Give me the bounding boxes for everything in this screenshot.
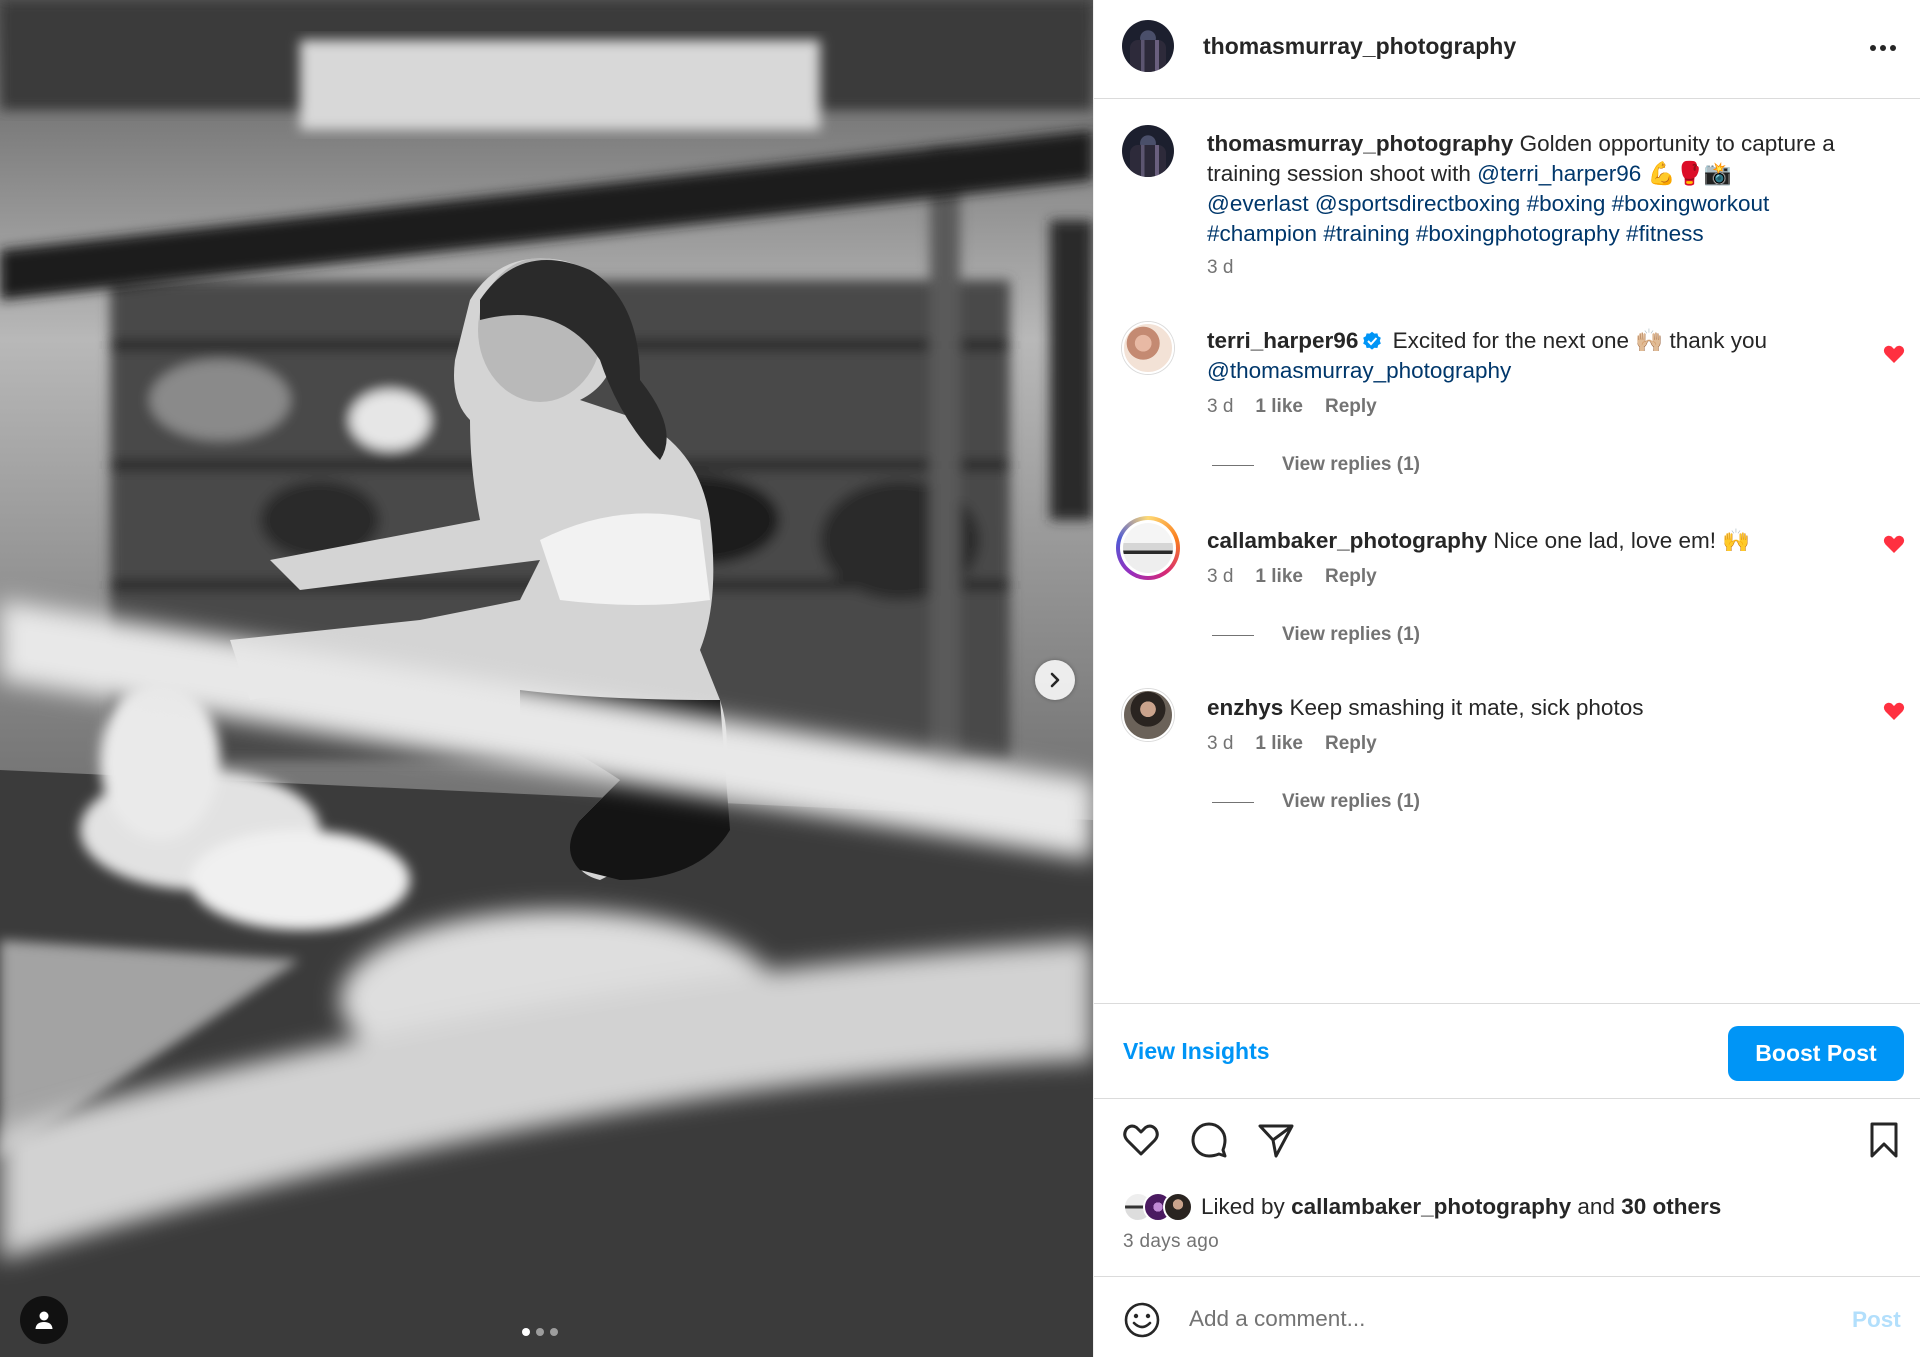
add-comment-bar: Post bbox=[1094, 1276, 1920, 1357]
comment-username[interactable]: callambaker_photography bbox=[1207, 528, 1487, 553]
caption-text: thomasmurray_photography Golden opportun… bbox=[1207, 129, 1867, 249]
liked-by: Liked by callambaker_photography and 30 … bbox=[1123, 1190, 1721, 1224]
liked-by-user[interactable]: callambaker_photography bbox=[1291, 1194, 1571, 1220]
commenter-avatar[interactable] bbox=[1122, 689, 1174, 741]
comment-username[interactable]: enzhys bbox=[1207, 695, 1283, 720]
comment-text: callambaker_photography Nice one lad, lo… bbox=[1207, 526, 1867, 556]
share-icon[interactable] bbox=[1256, 1120, 1296, 1160]
comment-likes[interactable]: 1 like bbox=[1255, 566, 1303, 588]
comment-body: Excited for the next one 🙌🏼 thank you bbox=[1386, 328, 1768, 353]
comment-text: terri_harper96 Excited for the next one … bbox=[1207, 326, 1867, 386]
comment-input[interactable] bbox=[1189, 1297, 1749, 1341]
divider-line bbox=[1212, 634, 1254, 636]
comment-like-heart-icon[interactable] bbox=[1883, 534, 1905, 554]
comment-time: 3 d bbox=[1207, 396, 1234, 417]
comment-meta: 3 d 1 like Reply bbox=[1207, 396, 1377, 418]
boost-post-button[interactable]: Boost Post bbox=[1728, 1026, 1904, 1081]
author-avatar[interactable] bbox=[1122, 20, 1174, 72]
reply-button[interactable]: Reply bbox=[1325, 396, 1377, 418]
carousel-dot bbox=[536, 1328, 544, 1336]
insights-bar: View Insights Boost Post bbox=[1094, 1003, 1920, 1099]
author-avatar[interactable] bbox=[1122, 125, 1174, 177]
liked-by-prefix: Liked by bbox=[1201, 1194, 1285, 1219]
comment-time: 3 d bbox=[1207, 566, 1234, 587]
more-icon[interactable] bbox=[1865, 34, 1901, 62]
author-username[interactable]: thomasmurray_photography bbox=[1203, 33, 1516, 60]
post-comment-button[interactable]: Post bbox=[1852, 1307, 1901, 1333]
comments-list[interactable]: thomasmurray_photography Golden opportun… bbox=[1094, 100, 1920, 1000]
heart-icon[interactable] bbox=[1121, 1120, 1161, 1160]
verified-icon bbox=[1363, 331, 1382, 350]
emoji-icon[interactable] bbox=[1123, 1301, 1161, 1339]
view-replies-button[interactable]: View replies (1) bbox=[1212, 454, 1420, 476]
caption-emojis: 💪🥊📸 bbox=[1641, 161, 1732, 186]
commenter-avatar bbox=[1123, 523, 1173, 573]
avatar bbox=[1163, 1192, 1193, 1222]
view-replies-button[interactable]: View replies (1) bbox=[1212, 624, 1420, 646]
comment-meta: 3 d 1 like Reply bbox=[1207, 566, 1377, 588]
comment-text: enzhys Keep smashing it mate, sick photo… bbox=[1207, 693, 1867, 723]
carousel-indicator bbox=[522, 1328, 558, 1336]
caption-meta: 3 d bbox=[1207, 257, 1233, 279]
view-replies-label: View replies (1) bbox=[1282, 454, 1420, 475]
view-insights-link[interactable]: View Insights bbox=[1123, 1038, 1270, 1065]
mention-link[interactable]: @everlast bbox=[1207, 191, 1309, 216]
liked-by-middle: and bbox=[1571, 1194, 1622, 1219]
post-details-panel: thomasmurray_photography thomasmurray_ph… bbox=[1093, 0, 1920, 1357]
post-photo[interactable] bbox=[0, 0, 1093, 1357]
post-actions: Liked by callambaker_photography and 30 … bbox=[1094, 1100, 1920, 1275]
post-header: thomasmurray_photography bbox=[1094, 0, 1920, 99]
carousel-dot bbox=[550, 1328, 558, 1336]
comment-meta: 3 d 1 like Reply bbox=[1207, 733, 1377, 755]
view-replies-button[interactable]: View replies (1) bbox=[1212, 791, 1420, 813]
reply-button[interactable]: Reply bbox=[1325, 566, 1377, 588]
view-replies-label: View replies (1) bbox=[1282, 791, 1420, 812]
caption-time: 3 d bbox=[1207, 257, 1234, 278]
mention-link[interactable]: @thomasmurray_photography bbox=[1207, 358, 1511, 383]
post-time-ago[interactable]: 3 days ago bbox=[1123, 1231, 1219, 1253]
comment-likes[interactable]: 1 like bbox=[1255, 733, 1303, 755]
bookmark-icon[interactable] bbox=[1864, 1120, 1904, 1160]
comment-icon[interactable] bbox=[1189, 1120, 1229, 1160]
carousel-dot bbox=[522, 1328, 530, 1336]
comment-like-heart-icon[interactable] bbox=[1883, 701, 1905, 721]
reply-button[interactable]: Reply bbox=[1325, 733, 1377, 755]
comment-username[interactable]: terri_harper96 bbox=[1207, 328, 1358, 353]
hashtag-links[interactable]: #champion #training #boxingphotography #… bbox=[1207, 221, 1704, 246]
comment-like-heart-icon[interactable] bbox=[1883, 344, 1905, 364]
user-tag-icon bbox=[35, 1311, 53, 1329]
liker-avatars[interactable] bbox=[1123, 1192, 1193, 1222]
liked-by-others[interactable]: 30 others bbox=[1621, 1194, 1721, 1220]
comment-likes[interactable]: 1 like bbox=[1255, 396, 1303, 418]
mention-link[interactable]: @terri_harper96 bbox=[1477, 161, 1641, 186]
hashtag-links[interactable]: #boxing #boxingworkout bbox=[1527, 191, 1770, 216]
comment-body: Nice one lad, love em! 🙌 bbox=[1487, 528, 1751, 553]
commenter-avatar[interactable] bbox=[1122, 322, 1174, 374]
chevron-right-icon bbox=[1050, 672, 1060, 688]
tagged-users-button[interactable] bbox=[20, 1296, 68, 1344]
view-replies-label: View replies (1) bbox=[1282, 624, 1420, 645]
carousel-next-button[interactable] bbox=[1035, 660, 1075, 700]
mention-link[interactable]: @sportsdirectboxing bbox=[1315, 191, 1520, 216]
comment-body: Keep smashing it mate, sick photos bbox=[1283, 695, 1644, 720]
boxing-gym-photo bbox=[0, 0, 1093, 1357]
commenter-avatar-story-ring[interactable] bbox=[1116, 516, 1180, 580]
comment-time: 3 d bbox=[1207, 733, 1234, 754]
caption-username[interactable]: thomasmurray_photography bbox=[1207, 131, 1513, 156]
divider-line bbox=[1212, 801, 1254, 803]
divider-line bbox=[1212, 464, 1254, 466]
